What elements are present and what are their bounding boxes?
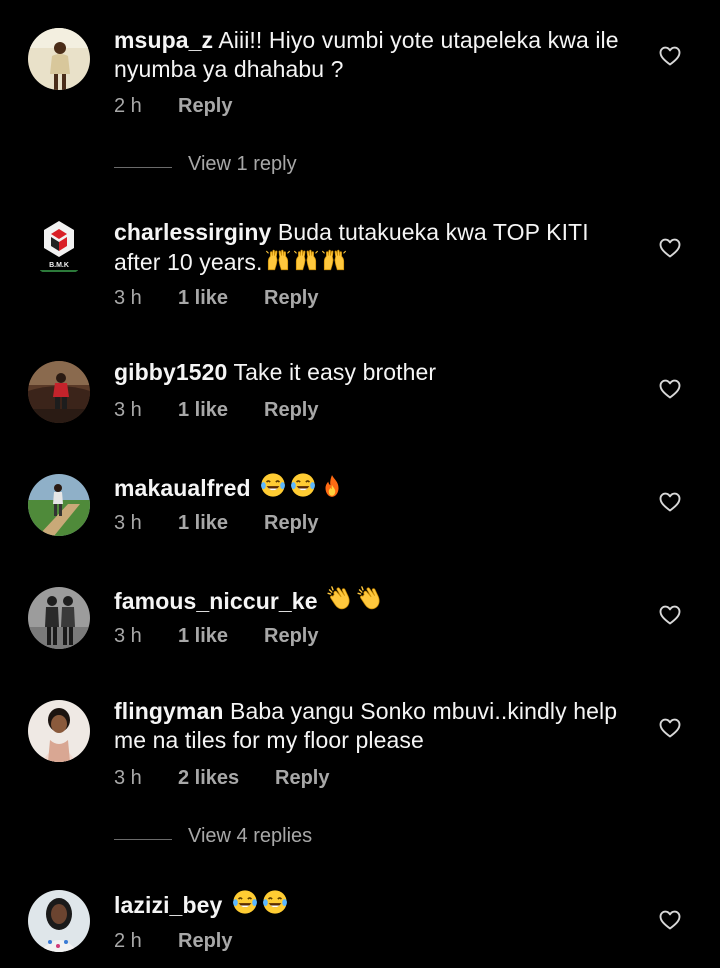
raising-hands-icon <box>321 247 347 273</box>
likes-count[interactable]: 1 like <box>178 399 264 422</box>
tears-of-joy-icon <box>289 471 317 499</box>
avatar[interactable] <box>28 28 90 90</box>
view-replies-button[interactable]: View 4 replies <box>114 825 374 855</box>
fire-icon <box>319 473 345 499</box>
reply-button[interactable]: Reply <box>275 767 329 790</box>
view-replies-label: View 4 replies <box>188 825 313 847</box>
like-heart-icon[interactable] <box>658 44 682 68</box>
thread-divider <box>114 167 172 168</box>
tears-of-joy-icon <box>259 471 287 499</box>
comment-meta: 3 h 2 likes Reply <box>114 767 329 790</box>
comment-username[interactable]: charlessirginy <box>114 219 271 245</box>
view-replies-button[interactable]: View 1 reply <box>114 153 374 183</box>
comment-body: gibby1520 Take it easy brother <box>114 358 634 387</box>
likes-count[interactable]: 1 like <box>178 512 264 535</box>
comment-meta: 3 h 1 like Reply <box>114 399 318 422</box>
comment-time: 3 h <box>114 767 142 789</box>
avatar[interactable] <box>28 587 90 649</box>
comment-username[interactable]: makaualfred <box>114 475 251 501</box>
thread-divider <box>114 839 172 840</box>
comment-username[interactable]: msupa_z <box>114 27 213 53</box>
reply-button[interactable]: Reply <box>264 625 318 648</box>
comment-text: Take it easy brother <box>233 359 437 385</box>
comment-meta: 2 h Reply <box>114 930 232 953</box>
tears-of-joy-icon <box>231 888 259 916</box>
comment-time: 3 h <box>114 287 142 309</box>
comment-body: msupa_z Aiii!! Hiyo vumbi yote utapeleka… <box>114 26 634 84</box>
avatar-logo-text: B.M.K <box>49 262 69 269</box>
reply-button[interactable]: Reply <box>178 95 232 118</box>
avatar[interactable] <box>28 361 90 423</box>
comment-time: 3 h <box>114 625 142 647</box>
comment-body: lazizi_bey <box>114 888 634 920</box>
comment-time: 2 h <box>114 930 142 952</box>
like-heart-icon[interactable] <box>658 236 682 260</box>
comment-body: charlessirginy Buda tutakueka kwa TOP KI… <box>114 218 634 277</box>
like-heart-icon[interactable] <box>658 490 682 514</box>
avatar[interactable] <box>28 700 90 762</box>
view-replies-label: View 1 reply <box>188 153 297 175</box>
comment-meta: 3 h 1 like Reply <box>114 512 318 535</box>
comment-time: 2 h <box>114 95 142 117</box>
avatar[interactable]: B.M.K <box>28 215 90 277</box>
comment-username[interactable]: lazizi_bey <box>114 892 222 918</box>
comment-time: 3 h <box>114 399 142 421</box>
comment-username[interactable]: gibby1520 <box>114 359 227 385</box>
comment-body: famous_niccur_ke <box>114 584 634 616</box>
comment-meta: 3 h 1 like Reply <box>114 625 318 648</box>
like-heart-icon[interactable] <box>658 908 682 932</box>
reply-button[interactable]: Reply <box>178 930 232 953</box>
likes-count[interactable]: 1 like <box>178 287 264 310</box>
clapping-hands-icon <box>356 584 384 612</box>
likes-count[interactable]: 1 like <box>178 625 264 648</box>
comment-body: flingyman Baba yangu Sonko mbuvi..kindly… <box>114 697 634 755</box>
comment-time: 3 h <box>114 512 142 534</box>
comment-meta: 2 h Reply <box>114 95 232 118</box>
comment-username[interactable]: flingyman <box>114 698 224 724</box>
like-heart-icon[interactable] <box>658 603 682 627</box>
like-heart-icon[interactable] <box>658 716 682 740</box>
reply-button[interactable]: Reply <box>264 399 318 422</box>
comment-meta: 3 h 1 like Reply <box>114 287 318 310</box>
comment-username[interactable]: famous_niccur_ke <box>114 588 318 614</box>
avatar[interactable] <box>28 474 90 536</box>
like-heart-icon[interactable] <box>658 377 682 401</box>
tears-of-joy-icon <box>261 888 289 916</box>
raising-hands-icon <box>293 247 319 273</box>
reply-button[interactable]: Reply <box>264 287 318 310</box>
raising-hands-icon <box>265 247 291 273</box>
clapping-hands-icon <box>326 584 354 612</box>
avatar[interactable] <box>28 890 90 952</box>
reply-button[interactable]: Reply <box>264 512 318 535</box>
likes-count[interactable]: 2 likes <box>178 767 275 790</box>
comment-body: makaualfred <box>114 471 634 503</box>
